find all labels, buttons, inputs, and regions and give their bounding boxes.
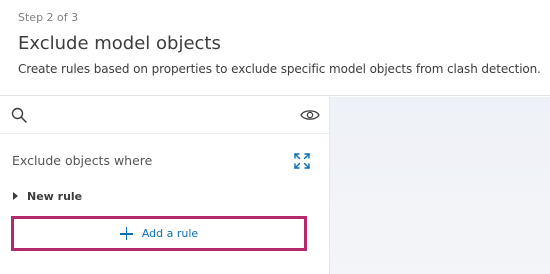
plus-icon <box>119 227 133 240</box>
add-rule-button[interactable]: Add a rule <box>11 216 307 251</box>
step-header: Step 2 of 3 Exclude model objects Create… <box>0 0 550 96</box>
rule-item-new-rule[interactable]: New rule <box>10 188 82 204</box>
rule-label: New rule <box>27 189 83 203</box>
rules-section-title: Exclude objects where <box>12 153 153 168</box>
search-input[interactable] <box>34 103 284 127</box>
page-title: Exclude model objects <box>18 33 221 54</box>
expand-icon[interactable] <box>294 153 310 169</box>
rules-panel: Exclude objects where New rule Add a rul… <box>0 97 329 274</box>
eye-icon[interactable] <box>300 108 320 122</box>
search-icon <box>11 107 27 123</box>
model-viewer[interactable] <box>330 97 550 274</box>
search-bar <box>0 97 329 134</box>
exclude-model-objects-page: Step 2 of 3 Exclude model objects Create… <box>0 0 550 274</box>
page-subtitle: Create rules based on properties to excl… <box>18 62 541 76</box>
caret-right-icon[interactable] <box>13 192 18 200</box>
step-indicator: Step 2 of 3 <box>18 11 79 24</box>
add-rule-label: Add a rule <box>141 227 199 240</box>
